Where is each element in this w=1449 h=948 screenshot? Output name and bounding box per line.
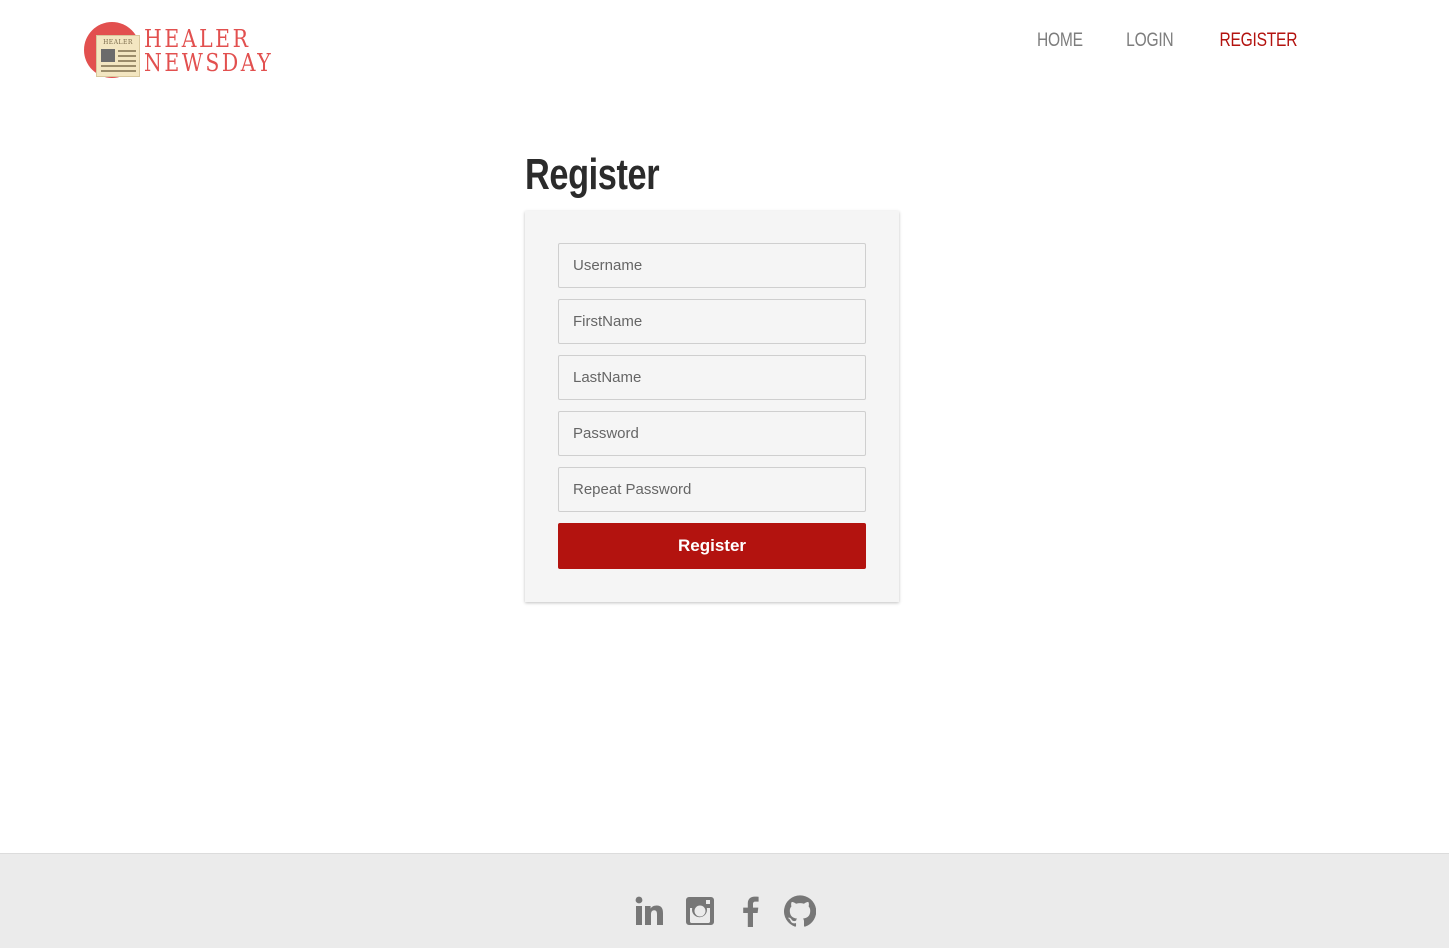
register-form: Register [525,211,899,602]
main-nav: HOME LOGIN REGISTER [1032,30,1306,52]
password-input[interactable] [558,411,866,456]
site-logo[interactable]: HEALER HEALER NEWSDAY [84,20,274,82]
lastname-input[interactable] [558,355,866,400]
footer [0,853,1449,948]
logo-wordmark: HEALER NEWSDAY [144,27,273,75]
username-input[interactable] [558,243,866,288]
social-links [0,894,1449,928]
page-title: Register [525,150,660,199]
logo-line-1: HEALER [144,25,251,53]
linkedin-icon[interactable] [633,894,667,928]
nav-login[interactable]: LOGIN [1126,30,1173,52]
nav-home[interactable]: HOME [1037,30,1083,52]
instagram-icon[interactable] [683,894,717,928]
nav-register[interactable]: REGISTER [1220,30,1298,52]
newspaper-icon: HEALER [96,35,140,77]
repeat-password-input[interactable] [558,467,866,512]
firstname-input[interactable] [558,299,866,344]
github-icon[interactable] [783,894,817,928]
logo-line-2: NEWSDAY [144,49,274,77]
facebook-icon[interactable] [733,894,767,928]
register-button[interactable]: Register [558,523,866,569]
logo-mini-masthead: HEALER [103,39,133,46]
